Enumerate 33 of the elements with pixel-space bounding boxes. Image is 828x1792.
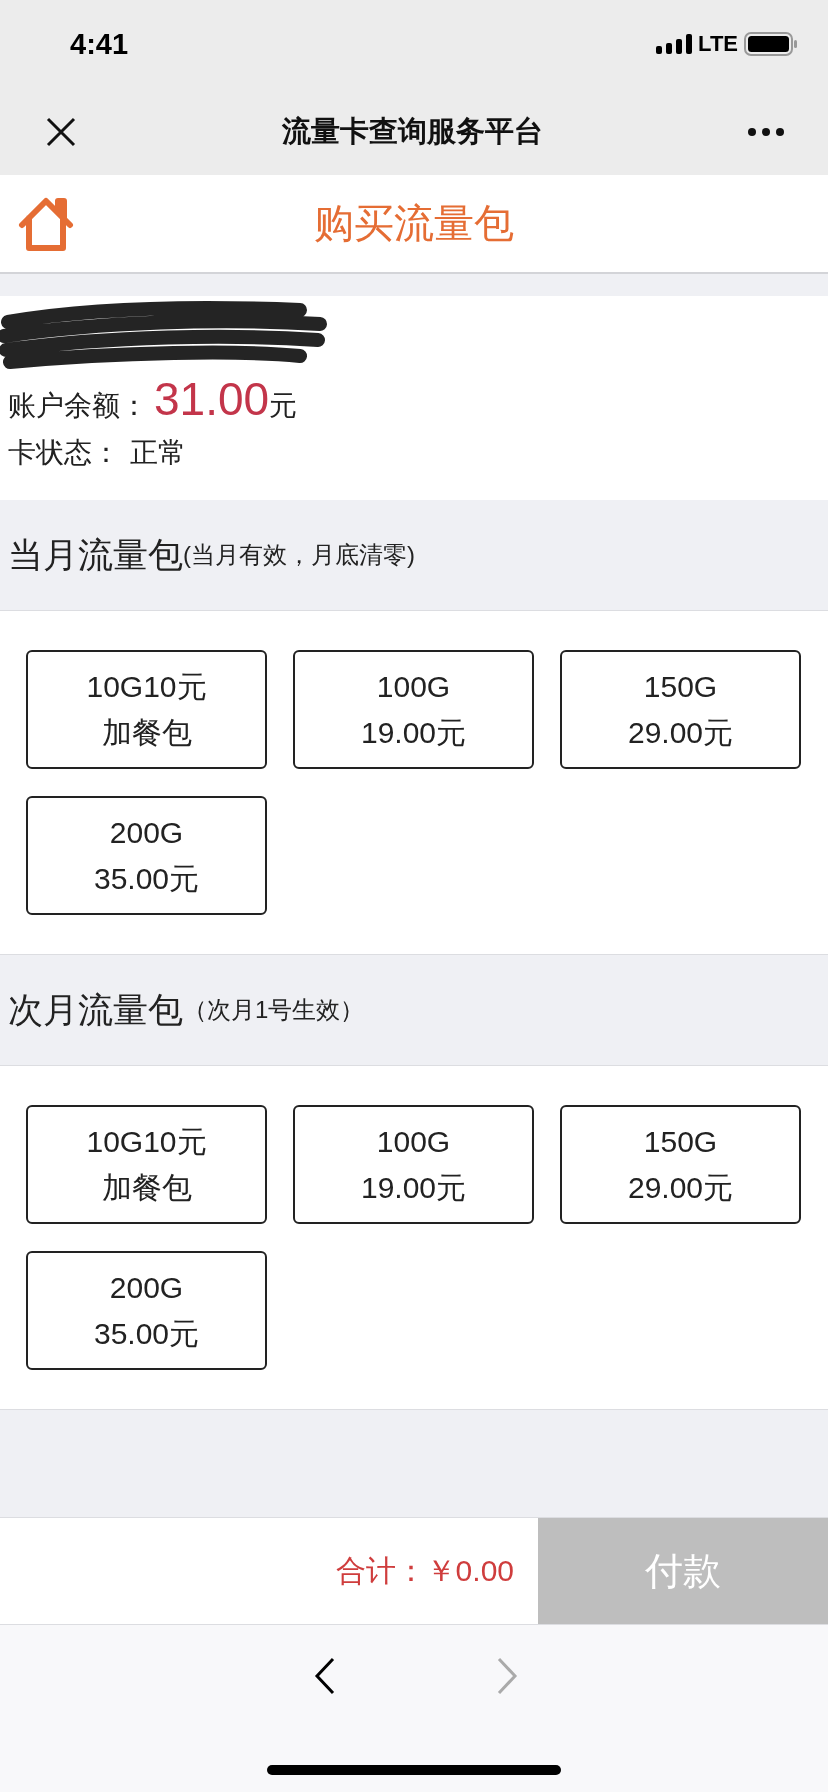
package-button[interactable]: 200G 35.00元 xyxy=(26,1251,267,1370)
package-button[interactable]: 150G 29.00元 xyxy=(560,1105,801,1224)
balance-label: 账户余额： xyxy=(8,389,148,423)
signal-icon xyxy=(656,34,693,54)
balance-unit: 元 xyxy=(269,389,298,423)
home-icon xyxy=(18,197,74,251)
close-button[interactable] xyxy=(46,116,76,147)
nav-title: 流量卡查询服务平台 xyxy=(281,113,543,149)
package-button[interactable]: 100G 19.00元 xyxy=(293,1105,534,1224)
more-icon xyxy=(748,127,784,136)
status-value: 正常 xyxy=(130,436,186,470)
package-button[interactable]: 10G10元 加餐包 xyxy=(26,650,267,769)
network-type: LTE xyxy=(698,31,738,57)
section-note: （次月1号生效） xyxy=(183,995,365,1025)
page-title: 购买流量包 xyxy=(314,200,514,247)
close-icon xyxy=(46,116,76,147)
section-title: 当月流量包 xyxy=(8,533,183,576)
section-note: (当月有效，月底清零) xyxy=(183,541,415,568)
status-label: 卡状态： xyxy=(8,436,120,470)
package-button[interactable]: 150G 29.00元 xyxy=(560,650,801,769)
package-button[interactable]: 100G 19.00元 xyxy=(293,650,534,769)
status-time: 4:41 xyxy=(70,27,129,61)
more-button[interactable] xyxy=(748,127,784,136)
total-amount: 合计：￥0.00 xyxy=(334,1552,515,1589)
battery-icon xyxy=(744,32,798,56)
back-icon xyxy=(314,1657,336,1695)
package-button[interactable]: 200G 35.00元 xyxy=(26,796,267,915)
package-button[interactable]: 10G10元 加餐包 xyxy=(26,1105,267,1224)
section-title: 次月流量包 xyxy=(8,988,183,1031)
back-button[interactable] xyxy=(314,1657,336,1695)
balance-value: 31.00 xyxy=(154,372,270,426)
home-button[interactable] xyxy=(18,197,74,251)
forward-icon xyxy=(496,1657,518,1695)
